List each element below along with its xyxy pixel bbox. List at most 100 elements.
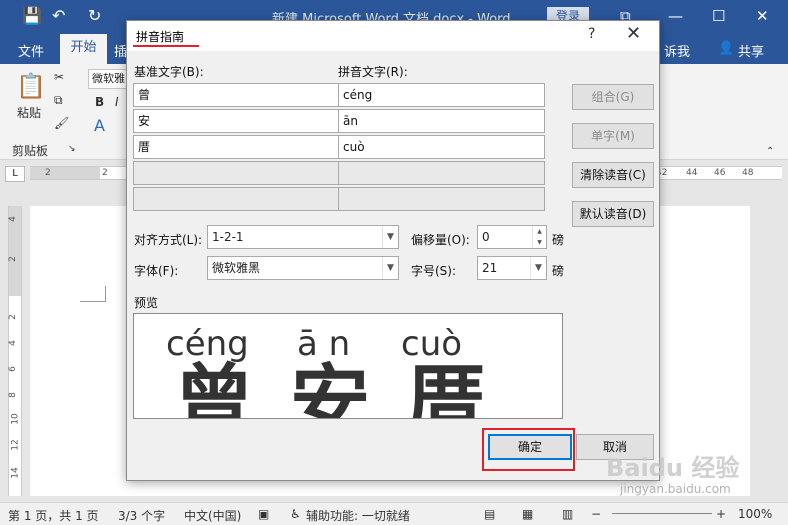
title-annotation-underline [133,45,199,47]
offset-spinner[interactable]: 0 ▲ ▼ [477,225,547,249]
ruler-number: 46 [714,168,726,178]
ruler-number: 44 [686,168,698,178]
chevron-down-icon[interactable]: ▼ [382,226,398,248]
default-reading-button[interactable]: 默认读音(D) [572,201,654,227]
clear-reading-button[interactable]: 清除读音(C) [572,162,654,188]
chevron-down-icon[interactable]: ▼ [382,257,398,279]
collapse-ribbon-icon[interactable]: ⌃ [766,146,774,157]
vertical-scrollbar[interactable] [768,190,786,496]
dialog-launcher-icon[interactable]: ↘ [68,144,76,154]
alignment-select[interactable]: 1-2-1 ▼ [207,225,399,249]
ruler-number: 48 [742,168,754,178]
text-effect-button[interactable]: A [94,116,105,135]
share-icon[interactable]: 👤 [718,41,734,56]
help-icon[interactable]: ? [588,26,595,42]
minimize-button[interactable]: — [668,6,683,26]
save-icon[interactable]: 💾 [22,7,42,25]
ruler-number: 6 [7,366,18,372]
alignment-label: 对齐方式(L): [134,233,203,247]
maximize-button[interactable]: ☐ [712,6,725,26]
redo-icon[interactable]: ↻ [88,7,101,25]
tab-home[interactable]: 开始 [60,34,107,64]
ruby-text-field[interactable]: céng [338,83,545,107]
base-text-field[interactable]: 曾 [133,83,339,107]
size-label: 字号(S): [411,264,457,278]
pinyin-guide-dialog: 拼音指南 ? ✕ 基准文字(B): 拼音文字(R): 曾 céng 安 ān 厝… [126,20,660,481]
accessibility-status[interactable]: 辅助功能: 一切就绪 [306,507,410,524]
tab-file[interactable]: 文件 [18,41,44,60]
ruby-text-label: 拼音文字(R): [338,65,408,79]
zoom-in-button[interactable]: + [716,507,726,521]
chevron-down-icon[interactable]: ▼ [530,257,546,279]
base-text-field[interactable]: 安 [133,109,339,133]
group-button[interactable]: 组合(G) [572,84,654,110]
tab-selector[interactable]: L [5,166,25,182]
status-bar: 第 1 页，共 1 页 3/3 个字 中文(中国) ▣ ♿ 辅助功能: 一切就绪… [0,502,788,525]
ruler-number: 4 [7,340,18,346]
watermark-url: jingyan.baidu.com [620,482,731,496]
margin-marker [80,286,106,302]
page-count[interactable]: 第 1 页，共 1 页 [8,507,99,524]
ruler-number: 8 [7,392,18,398]
ruler-number: 14 [10,467,21,479]
font-select[interactable]: 微软雅黑 ▼ [207,256,399,280]
offset-label: 偏移量(O): [411,233,470,247]
font-value: 微软雅黑 [212,261,261,275]
macro-icon[interactable]: ▣ [258,507,269,521]
clipboard-group-label: 剪贴板 [12,144,49,158]
size-select[interactable]: 21 ▼ [477,256,547,280]
dialog-title-bar: 拼音指南 ? ✕ [127,21,659,51]
close-icon[interactable]: ✕ [626,23,641,44]
ruby-text-field [338,187,545,211]
tab-tell-me[interactable]: 诉我 [664,41,690,60]
italic-button[interactable]: I [115,95,119,109]
preview-box: céng ā n cuò 曾 安 厝 [133,313,563,419]
cut-icon[interactable]: ✂ [54,70,64,84]
ruby-text-field [338,161,545,185]
preview-character: 安 [290,356,370,419]
ruler-number: 12 [10,439,21,451]
read-mode-icon[interactable]: ▤ [484,507,495,521]
preview-label: 预览 [134,296,159,310]
language[interactable]: 中文(中国) [184,507,241,524]
zoom-slider[interactable] [612,513,712,514]
ruler-number: 2 [102,168,108,178]
font-name-input[interactable]: 微软雅 [88,69,128,89]
watermark-logo: Baidu 经验 [606,454,740,482]
close-button[interactable]: ✕ [756,6,769,26]
zoom-level[interactable]: 100% [738,507,772,521]
base-text-field[interactable]: 厝 [133,135,339,159]
ruler-number: 2 [7,314,18,320]
format-painter-icon[interactable]: 🖌 [54,116,69,130]
annotation-highlight-box [482,428,575,471]
offset-unit: 磅 [552,233,565,247]
accessibility-icon[interactable]: ♿ [290,507,301,521]
print-layout-icon[interactable]: ▦ [522,507,533,521]
base-text-label: 基准文字(B): [134,65,204,79]
web-layout-icon[interactable]: ▥ [562,507,573,521]
font-label: 字体(F): [134,264,179,278]
size-unit: 磅 [552,264,565,278]
base-text-field [133,187,339,211]
preview-character: 厝 [406,356,486,419]
alignment-value: 1-2-1 [212,230,244,244]
bold-button[interactable]: B [95,95,104,109]
copy-icon[interactable]: ⧉ [54,93,63,108]
ruler-number: 2 [45,168,51,178]
share-button[interactable]: 共享 [738,41,764,60]
mono-button[interactable]: 单字(M) [572,123,654,149]
ruby-text-field[interactable]: cuò [338,135,545,159]
size-value: 21 [482,261,498,275]
ruby-text-field[interactable]: ān [338,109,545,133]
paste-label[interactable]: 粘贴 [17,104,41,121]
vertical-ruler[interactable]: 4 2 2 4 6 8 10 12 14 [8,206,22,496]
preview-character: 曾 [174,356,254,419]
base-text-field [133,161,339,185]
paste-icon[interactable]: 📋 [16,72,46,100]
spinner-arrows-icon[interactable]: ▲ ▼ [532,226,546,248]
undo-icon[interactable]: ↶ [52,7,65,25]
ruler-number: 2 [7,256,18,262]
dialog-title: 拼音指南 [136,30,185,44]
zoom-out-button[interactable]: − [591,507,601,521]
word-count[interactable]: 3/3 个字 [118,507,165,524]
